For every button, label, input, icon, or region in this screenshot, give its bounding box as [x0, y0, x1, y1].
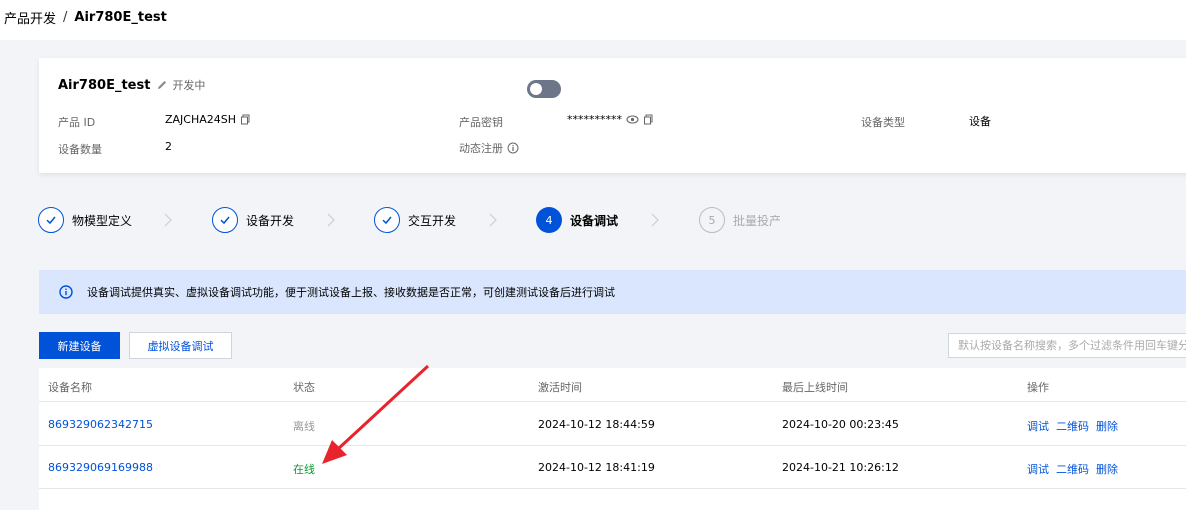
column-actions: 操作 — [1027, 381, 1049, 394]
row-actions: 调试 二维码 删除 — [1027, 418, 1118, 434]
product-title: Air780E_test 开发中 — [58, 77, 205, 93]
check-icon — [38, 207, 64, 233]
step-label: 设备调试 — [570, 213, 619, 228]
table-row: 869329062342715 离线 2024-10-12 18:44:59 2… — [39, 403, 1186, 446]
last-online-time: 2024-10-21 10:26:12 — [782, 461, 899, 474]
product-id-value: ZAJCHA24SH — [165, 113, 251, 126]
device-type-value: 设备 — [969, 115, 991, 128]
table-row: 869329069169988 在线 2024-10-12 18:41:19 2… — [39, 446, 1186, 489]
product-secret-value: ********** — [567, 113, 654, 126]
virtual-device-debug-button[interactable]: 虚拟设备调试 — [129, 332, 232, 359]
notice-text: 设备调试提供真实、虚拟设备调试功能，便于测试设备上报、接收数据是否正常，可创建测… — [87, 286, 615, 299]
progress-steps: 物模型定义 设备开发 交互开发 4 设备调试 5 批量投产 — [38, 207, 1186, 233]
step-label: 交互开发 — [408, 213, 457, 228]
column-device-name: 设备名称 — [48, 381, 92, 394]
copy-icon[interactable] — [240, 114, 251, 125]
step-number-badge: 4 — [536, 207, 562, 233]
breadcrumb-current: Air780E_test — [74, 10, 167, 25]
step-label: 物模型定义 — [72, 213, 133, 228]
delete-action[interactable]: 删除 — [1096, 418, 1118, 434]
eye-icon[interactable] — [626, 114, 639, 125]
new-device-button[interactable]: 新建设备 — [39, 332, 120, 359]
step-interaction-development[interactable]: 交互开发 — [374, 207, 456, 233]
last-online-time: 2024-10-20 00:23:45 — [782, 418, 899, 431]
table-header: 设备名称 状态 激活时间 最后上线时间 操作 — [39, 368, 1186, 402]
device-name-link[interactable]: 869329069169988 — [48, 461, 153, 474]
check-icon — [212, 207, 238, 233]
chevron-right-icon — [489, 213, 497, 227]
chevron-right-icon — [164, 213, 172, 227]
copy-icon[interactable] — [643, 114, 654, 125]
breadcrumb: 产品开发 / Air780E_test — [4, 8, 167, 27]
product-secret-text: ********** — [567, 113, 622, 126]
column-last-online-time: 最后上线时间 — [782, 381, 848, 394]
product-info-card: Air780E_test 开发中 产品 ID ZAJCHA24SH 产品密钥 *… — [39, 58, 1186, 173]
device-status: 在线 — [293, 463, 315, 476]
dynamic-registration-label: 动态注册 — [459, 140, 519, 156]
product-id-label: 产品 ID — [58, 116, 96, 129]
check-icon — [374, 207, 400, 233]
debug-action[interactable]: 调试 — [1027, 418, 1049, 434]
toggle-knob — [530, 83, 542, 95]
device-table: 设备名称 状态 激活时间 最后上线时间 操作 869329062342715 离… — [39, 368, 1186, 510]
step-label: 批量投产 — [733, 213, 782, 228]
breadcrumb-parent[interactable]: 产品开发 — [4, 8, 56, 27]
device-count-value: 2 — [165, 140, 172, 153]
product-id-text: ZAJCHA24SH — [165, 113, 237, 126]
breadcrumb-separator: / — [63, 10, 68, 25]
dynamic-registration-toggle[interactable] — [527, 80, 561, 98]
chevron-right-icon — [651, 213, 659, 227]
chevron-right-icon — [327, 213, 335, 227]
column-status: 状态 — [293, 381, 315, 394]
step-model-definition[interactable]: 物模型定义 — [38, 207, 132, 233]
help-info-icon[interactable] — [507, 142, 519, 154]
step-number-badge: 5 — [699, 207, 725, 233]
device-name-link[interactable]: 869329062342715 — [48, 418, 153, 431]
row-actions: 调试 二维码 删除 — [1027, 461, 1118, 477]
device-search-input[interactable] — [948, 333, 1186, 358]
debug-action[interactable]: 调试 — [1027, 461, 1049, 477]
product-secret-label: 产品密钥 — [459, 116, 503, 129]
activated-time: 2024-10-12 18:44:59 — [538, 418, 655, 431]
edit-pencil-icon[interactable] — [156, 79, 168, 91]
step-batch-production[interactable]: 5 批量投产 — [699, 207, 781, 233]
step-device-development[interactable]: 设备开发 — [212, 207, 294, 233]
product-name: Air780E_test — [58, 77, 151, 93]
activated-time: 2024-10-12 18:41:19 — [538, 461, 655, 474]
dynamic-registration-text: 动态注册 — [459, 142, 503, 155]
device-status: 离线 — [293, 420, 315, 433]
qrcode-action[interactable]: 二维码 — [1056, 461, 1089, 477]
device-type-label: 设备类型 — [861, 116, 905, 129]
info-notice: 设备调试提供真实、虚拟设备调试功能，便于测试设备上报、接收数据是否正常，可创建测… — [39, 270, 1186, 314]
step-label: 设备开发 — [246, 213, 295, 228]
product-status: 开发中 — [172, 79, 206, 92]
column-activated-time: 激活时间 — [538, 381, 582, 394]
delete-action[interactable]: 删除 — [1096, 461, 1118, 477]
step-device-debugging[interactable]: 4 设备调试 — [536, 207, 618, 233]
top-bar: 产品开发 / Air780E_test — [0, 0, 1186, 40]
device-count-label: 设备数量 — [58, 143, 102, 156]
info-icon — [59, 285, 73, 299]
qrcode-action[interactable]: 二维码 — [1056, 418, 1089, 434]
